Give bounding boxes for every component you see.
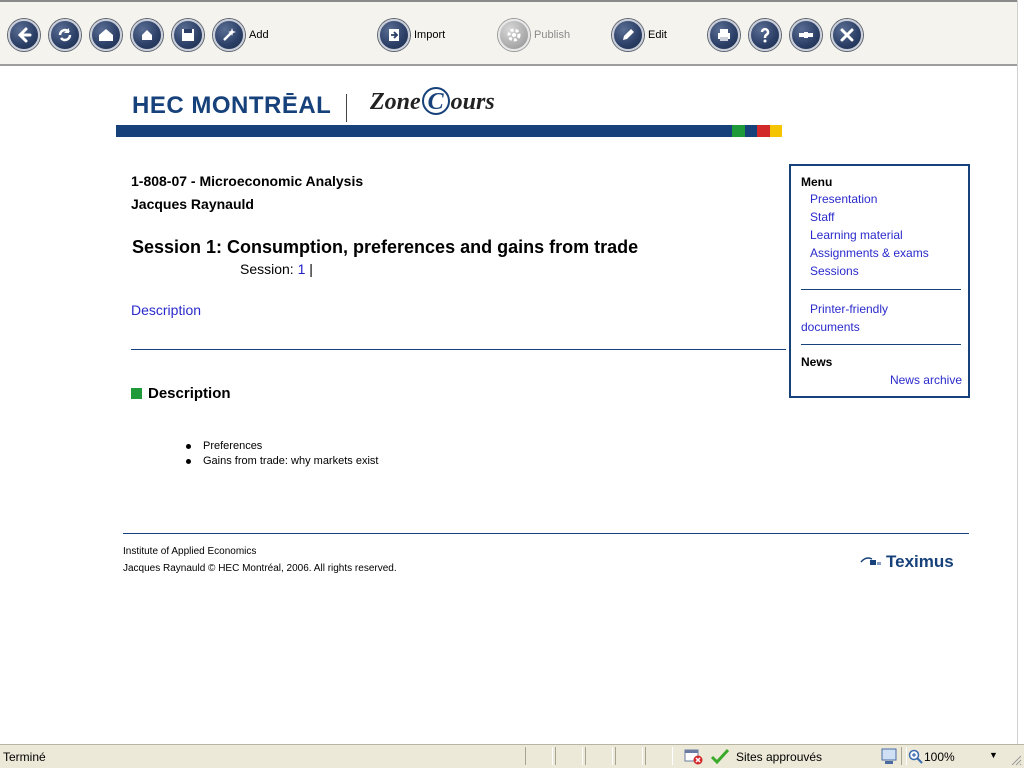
import-icon bbox=[378, 19, 410, 51]
vertical-scrollbar[interactable] bbox=[1017, 0, 1024, 744]
hec-montreal-logo: HEC MONTRĒAL bbox=[132, 92, 332, 119]
news-heading: News bbox=[801, 355, 833, 369]
zoom-level[interactable]: 100% bbox=[924, 750, 955, 764]
course-home-button[interactable] bbox=[131, 18, 163, 52]
header-accent-red bbox=[757, 125, 770, 137]
zoom-dropdown-icon[interactable]: ▼ bbox=[989, 750, 998, 760]
content-divider bbox=[131, 349, 786, 350]
zonecours-logo-part1: Zone bbox=[370, 89, 421, 115]
status-pane bbox=[901, 747, 907, 765]
footer-copyright: Jacques Raynauld © HEC Montréal, 2006. A… bbox=[123, 563, 397, 574]
list-item-text: Gains from trade: why markets exist bbox=[203, 455, 379, 467]
back-button[interactable] bbox=[8, 18, 40, 52]
description-heading: Description bbox=[131, 385, 231, 402]
footer-divider bbox=[123, 533, 969, 534]
list-item: Gains from trade: why markets exist bbox=[186, 455, 378, 467]
publish-label: Publish bbox=[534, 29, 571, 41]
menu-item-presentation[interactable]: Presentation bbox=[810, 192, 877, 206]
menu-item-learning-material[interactable]: Learning material bbox=[810, 228, 903, 242]
printer-friendly-link[interactable]: Printer-friendly bbox=[810, 302, 888, 316]
teximus-text: Teximus bbox=[886, 552, 954, 571]
add-button[interactable]: Add bbox=[213, 18, 269, 52]
zonecours-logo: Zone Cours bbox=[370, 87, 495, 116]
side-menu: Menu Presentation Staff Learning materia… bbox=[789, 164, 970, 398]
instructor-name: Jacques Raynauld bbox=[131, 196, 254, 212]
plug-icon bbox=[790, 19, 822, 51]
bullet-icon bbox=[186, 458, 191, 464]
back-arrow-icon bbox=[8, 19, 40, 51]
refresh-icon bbox=[49, 19, 81, 51]
session-label: Session: bbox=[240, 261, 298, 277]
description-heading-text: Description bbox=[148, 385, 231, 402]
security-zone-text[interactable]: Sites approuvés bbox=[736, 750, 822, 764]
header-accent-green bbox=[732, 125, 745, 137]
add-label: Add bbox=[249, 29, 269, 41]
zonecours-logo-c: C bbox=[421, 87, 450, 115]
session-separator: | bbox=[305, 261, 313, 277]
list-item: Preferences bbox=[186, 440, 378, 452]
printer-friendly-link-line2[interactable]: documents bbox=[801, 320, 860, 334]
status-text: Terminé bbox=[3, 750, 46, 764]
menu-heading: Menu bbox=[801, 175, 833, 189]
menu-item-staff[interactable]: Staff bbox=[810, 210, 834, 224]
session-title: Session 1: Consumption, preferences and … bbox=[132, 237, 639, 257]
bullet-icon bbox=[186, 443, 191, 449]
zoom-icon[interactable] bbox=[908, 749, 923, 764]
course-title: 1-808-07 - Microeconomic Analysis bbox=[131, 173, 364, 189]
status-bar: Terminé Sites approuvés 100% ▼ bbox=[0, 744, 1024, 768]
green-square-icon bbox=[131, 388, 142, 399]
list-item-text: Preferences bbox=[203, 440, 263, 452]
printer-icon bbox=[708, 19, 740, 51]
menu-item-sessions[interactable]: Sessions bbox=[810, 264, 859, 278]
import-button[interactable]: Import bbox=[378, 18, 445, 52]
home-button[interactable] bbox=[90, 18, 122, 52]
zonecours-logo-part2: ours bbox=[450, 89, 495, 115]
refresh-button[interactable] bbox=[49, 18, 81, 52]
header-accent-blue bbox=[745, 125, 757, 137]
floppy-disk-icon bbox=[172, 19, 204, 51]
menu-divider bbox=[801, 344, 961, 345]
edit-label: Edit bbox=[648, 29, 667, 41]
status-pane bbox=[645, 747, 673, 765]
logo-separator bbox=[346, 94, 347, 122]
connect-button[interactable] bbox=[790, 18, 822, 52]
save-button[interactable] bbox=[172, 18, 204, 52]
question-mark-icon bbox=[749, 19, 781, 51]
publish-button[interactable]: Publish bbox=[498, 18, 570, 52]
popup-blocked-icon[interactable] bbox=[684, 748, 704, 765]
teximus-mark-icon bbox=[860, 557, 881, 565]
close-button[interactable] bbox=[831, 18, 863, 52]
resize-grip-icon[interactable] bbox=[1009, 753, 1022, 766]
pen-icon bbox=[612, 19, 644, 51]
gear-icon bbox=[498, 19, 530, 51]
computer-icon bbox=[881, 748, 897, 764]
status-pane bbox=[615, 747, 643, 765]
help-button[interactable] bbox=[749, 18, 781, 52]
import-label: Import bbox=[414, 29, 446, 41]
footer-institute: Institute of Applied Economics bbox=[123, 546, 257, 557]
edit-button[interactable]: Edit bbox=[612, 18, 667, 52]
status-pane bbox=[585, 747, 613, 765]
home-icon bbox=[90, 19, 122, 51]
home-small-icon bbox=[131, 19, 163, 51]
header-bar bbox=[116, 125, 732, 137]
menu-item-assignments[interactable]: Assignments & exams bbox=[810, 246, 929, 260]
toolbar: Add Import Publish Edit bbox=[0, 0, 1024, 66]
magic-wand-icon bbox=[213, 19, 245, 51]
description-anchor-link[interactable]: Description bbox=[131, 302, 201, 318]
status-pane bbox=[525, 747, 553, 765]
menu-divider bbox=[801, 289, 961, 290]
print-button[interactable] bbox=[708, 18, 740, 52]
teximus-logo[interactable]: Teximus bbox=[860, 552, 954, 572]
status-pane bbox=[555, 747, 583, 765]
close-icon bbox=[831, 19, 863, 51]
session-nav: Session: 1 | bbox=[240, 261, 313, 277]
checkmark-icon bbox=[710, 748, 730, 765]
header-accent-yellow bbox=[770, 125, 782, 137]
news-archive-link[interactable]: News archive bbox=[890, 373, 962, 387]
description-list: Preferences Gains from trade: why market… bbox=[186, 440, 378, 470]
